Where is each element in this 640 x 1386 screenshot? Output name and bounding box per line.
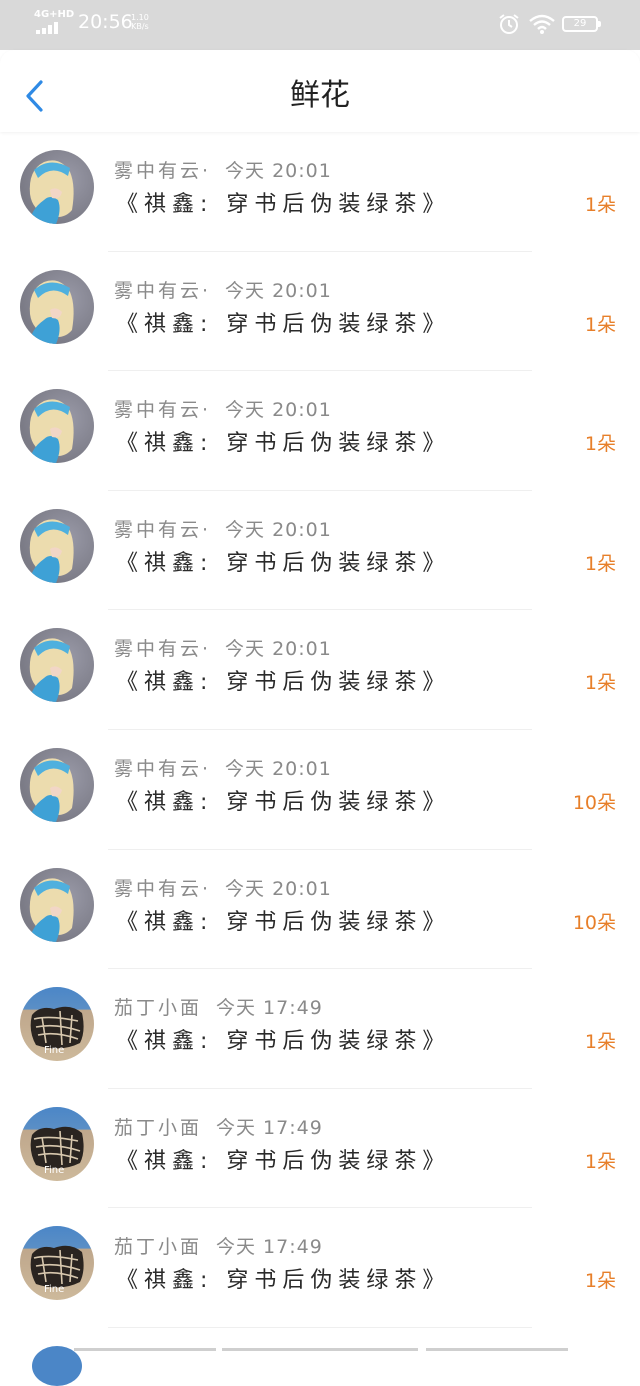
user-line: 茄丁小面 今天 17:49 — [114, 995, 323, 1021]
book-title: 《祺鑫: 穿书后伪装绿茶》 — [116, 550, 451, 576]
clock: 20:56 — [78, 11, 133, 33]
svg-text:Fine: Fine — [44, 1045, 64, 1056]
user-line: 雾中有云· 今天 20:01 — [114, 397, 332, 423]
book-title: 《祺鑫: 穿书后伪装绿茶》 — [116, 311, 451, 337]
username[interactable]: 雾中有云· — [114, 519, 211, 541]
username[interactable]: 雾中有云· — [114, 280, 211, 302]
blonde-girl-icon — [29, 519, 74, 583]
signal-icon — [36, 22, 62, 34]
timestamp: 今天 20:01 — [225, 877, 332, 900]
flower-count: 10朵 — [572, 791, 616, 814]
avatar[interactable]: Fine — [20, 1106, 94, 1181]
flower-count: 1朵 — [584, 1150, 616, 1173]
avatar[interactable] — [20, 747, 94, 822]
book-title: 《祺鑫: 穿书后伪装绿茶》 — [116, 1268, 451, 1294]
avatar[interactable] — [20, 269, 94, 344]
username[interactable]: 雾中有云· — [114, 399, 211, 421]
list-item[interactable]: 雾中有云· 今天 20:01 《祺鑫: 穿书后伪装绿茶》 1朵 — [0, 610, 640, 730]
network-type: 4G+HD — [34, 9, 75, 20]
avatar[interactable]: Fine — [20, 987, 94, 1062]
avatar — [32, 1346, 82, 1386]
fine-cat-icon: Fine — [30, 1246, 84, 1295]
network-speed: 1.10 KB/s — [131, 13, 149, 31]
list-item[interactable]: Fine 茄丁小面 今天 17:49 《祺鑫: 穿书后伪装绿茶》 1朵 — [0, 1208, 640, 1328]
avatar[interactable]: Fine — [20, 1226, 94, 1301]
flower-count: 1朵 — [584, 313, 616, 336]
status-bar: 4G+HD 20:56 1.10 KB/s 29 — [0, 0, 640, 50]
network-speed-unit: KB/s — [131, 22, 149, 31]
svg-text:Fine: Fine — [44, 1165, 64, 1176]
avatar[interactable] — [20, 628, 94, 703]
username[interactable]: 雾中有云· — [114, 638, 211, 660]
blonde-girl-icon — [29, 638, 74, 703]
user-line: 雾中有云· 今天 20:01 — [114, 517, 332, 543]
flower-count: 1朵 — [584, 672, 616, 695]
user-line: 雾中有云· 今天 20:01 — [114, 756, 332, 782]
fine-cat-icon: Fine — [30, 1006, 84, 1056]
blonde-girl-icon — [29, 279, 74, 344]
timestamp: 今天 20:01 — [225, 757, 332, 780]
list-item[interactable]: 雾中有云· 今天 20:01 《祺鑫: 穿书后伪装绿茶》 1朵 — [0, 371, 640, 491]
user-line: 茄丁小面 今天 17:49 — [114, 1234, 323, 1260]
username[interactable]: 雾中有云· — [114, 878, 211, 900]
book-title: 《祺鑫: 穿书后伪装绿茶》 — [116, 192, 451, 217]
avatar[interactable] — [20, 508, 94, 583]
avatar[interactable] — [20, 150, 94, 224]
flower-count: 1朵 — [584, 552, 616, 575]
blonde-girl-icon — [29, 160, 74, 224]
flower-count: 1朵 — [584, 1270, 616, 1293]
list-item[interactable]: Fine 茄丁小面 今天 17:49 《祺鑫: 穿书后伪装绿茶》 1朵 — [0, 969, 640, 1089]
list-item[interactable]: 雾中有云· 今天 20:01 《祺鑫: 穿书后伪装绿茶》 10朵 — [0, 730, 640, 850]
flower-count: 1朵 — [584, 433, 616, 456]
nav-header: 鲜花 — [0, 50, 640, 132]
svg-text:Fine: Fine — [44, 1284, 64, 1295]
avatar[interactable] — [20, 867, 94, 942]
timestamp: 今天 20:01 — [225, 160, 332, 182]
user-line: 雾中有云· 今天 20:01 — [114, 636, 332, 662]
battery-indicator: 29 — [562, 16, 601, 32]
username[interactable]: 茄丁小面 — [114, 1117, 202, 1139]
timestamp: 今天 17:49 — [216, 997, 323, 1020]
username[interactable]: 茄丁小面 — [114, 997, 202, 1019]
page-title: 鲜花 — [290, 78, 350, 113]
fine-cat-icon: Fine — [30, 1126, 84, 1176]
username[interactable]: 雾中有云· — [114, 758, 211, 780]
list-item[interactable]: 雾中有云· 今天 20:01 《祺鑫: 穿书后伪装绿茶》 1朵 — [0, 132, 640, 252]
username[interactable]: 茄丁小面 — [114, 1236, 202, 1258]
blonde-girl-icon — [29, 758, 74, 822]
partial-next-row — [0, 1328, 640, 1386]
wifi-icon — [529, 14, 555, 34]
book-title: 《祺鑫: 穿书后伪装绿茶》 — [116, 1148, 451, 1174]
list-item[interactable]: 雾中有云· 今天 20:01 《祺鑫: 穿书后伪装绿茶》 1朵 — [0, 252, 640, 372]
blonde-girl-icon — [29, 877, 74, 942]
timestamp: 今天 20:01 — [225, 399, 332, 422]
timestamp: 今天 17:49 — [216, 1236, 323, 1259]
blonde-girl-icon — [29, 399, 74, 464]
flower-count: 1朵 — [584, 1031, 616, 1054]
list-item[interactable]: Fine 茄丁小面 今天 17:49 《祺鑫: 穿书后伪装绿茶》 1朵 — [0, 1089, 640, 1209]
flower-count: 1朵 — [584, 194, 616, 216]
flower-count: 10朵 — [572, 911, 616, 934]
alarm-icon — [499, 14, 519, 34]
timestamp: 今天 17:49 — [216, 1116, 323, 1139]
list-item[interactable]: 雾中有云· 今天 20:01 《祺鑫: 穿书后伪装绿茶》 10朵 — [0, 850, 640, 970]
timestamp: 今天 20:01 — [225, 638, 332, 661]
book-title: 《祺鑫: 穿书后伪装绿茶》 — [116, 789, 451, 815]
book-title: 《祺鑫: 穿书后伪装绿茶》 — [116, 431, 451, 457]
timestamp: 今天 20:01 — [225, 518, 332, 541]
book-title: 《祺鑫: 穿书后伪装绿茶》 — [116, 909, 451, 935]
user-line: 雾中有云· 今天 20:01 — [114, 278, 332, 304]
timestamp: 今天 20:01 — [225, 279, 332, 302]
user-line: 雾中有云· 今天 20:01 — [114, 158, 332, 184]
list-item[interactable]: 雾中有云· 今天 20:01 《祺鑫: 穿书后伪装绿茶》 1朵 — [0, 491, 640, 611]
flower-list: 雾中有云· 今天 20:01 《祺鑫: 穿书后伪装绿茶》 1朵 雾中有云· 今天 20:0… — [0, 132, 640, 1328]
user-line: 雾中有云· 今天 20:01 — [114, 876, 332, 902]
book-title: 《祺鑫: 穿书后伪装绿茶》 — [116, 1029, 451, 1055]
username[interactable]: 雾中有云· — [114, 160, 211, 182]
avatar[interactable] — [20, 389, 94, 464]
network-speed-value: 1.10 — [131, 13, 149, 22]
book-title: 《祺鑫: 穿书后伪装绿茶》 — [116, 670, 451, 696]
user-line: 茄丁小面 今天 17:49 — [114, 1115, 323, 1141]
